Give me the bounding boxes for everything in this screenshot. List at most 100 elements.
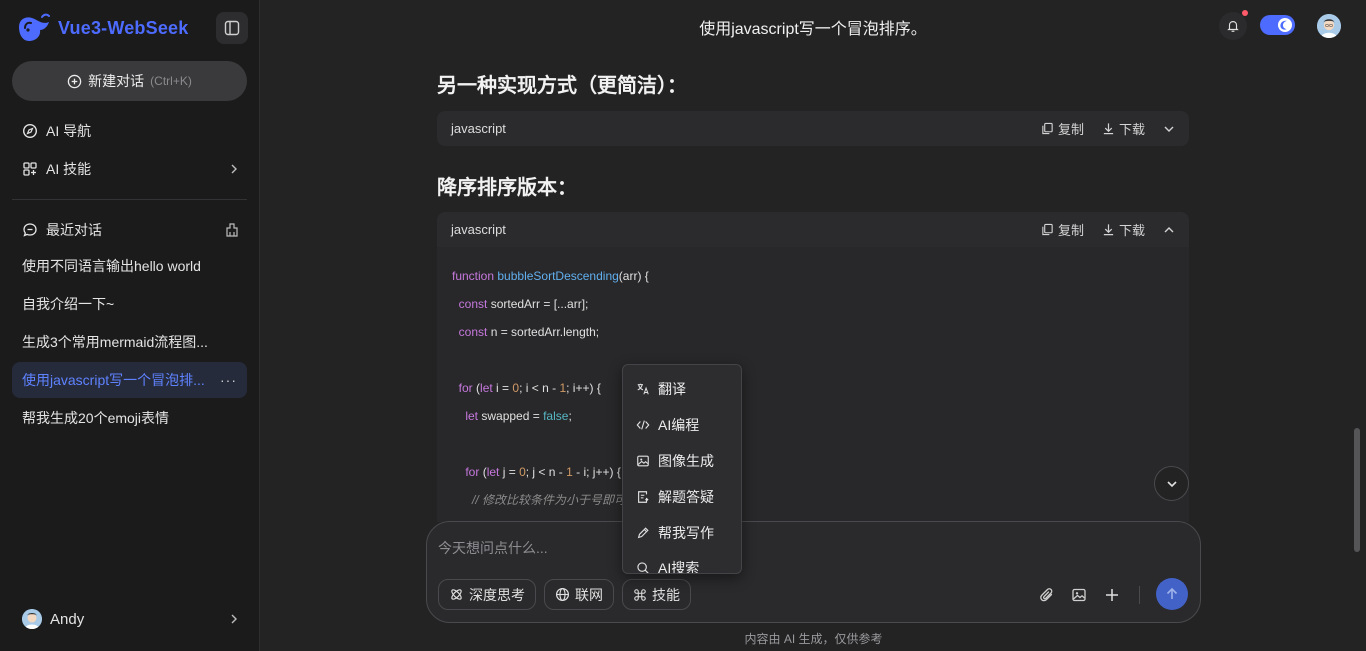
send-button[interactable] [1156,578,1188,610]
skills-toggle[interactable]: 技能 [622,579,691,610]
copy-icon [1041,122,1054,135]
download-icon [1102,122,1115,135]
sidebar-item-ai-skills[interactable]: AI 技能 [22,159,240,179]
menu-item-image-gen[interactable]: 图像生成 [636,451,714,471]
translate-icon [636,382,650,396]
recent-chats-header: 最近对话 [22,220,240,240]
download-icon [1102,223,1115,236]
apps-grid-icon [22,161,38,177]
copy-code-button[interactable]: 复制 [1041,220,1084,239]
notification-dot [1242,10,1248,16]
plus-circle-icon [67,74,82,89]
menu-item-translate[interactable]: 翻译 [636,379,686,399]
menu-item-label: 图像生成 [658,453,714,469]
copy-label: 复制 [1057,223,1084,238]
history-item-active[interactable]: 使用javascript写一个冒泡排... ··· [12,362,247,398]
sidebar-divider [12,199,247,200]
attach-file-button[interactable] [1036,584,1058,606]
plus-icon [1104,587,1120,603]
history-item-title: 帮我生成20个emoji表情 [22,410,170,426]
new-chat-shortcut: (Ctrl+K) [150,74,192,88]
new-chat-label: 新建对话 [88,73,145,89]
download-code-button[interactable]: 下载 [1102,119,1145,138]
copy-label: 复制 [1057,122,1084,137]
code-content: function bubbleSortDescending(arr) { con… [452,269,649,507]
arrow-up-icon [1165,587,1179,601]
image-icon [636,454,650,468]
image-icon [1071,587,1087,603]
sidebar-item-ai-nav[interactable]: AI 导航 [22,121,91,141]
page-scrollbar[interactable] [1354,428,1360,552]
menu-item-writing[interactable]: 帮我写作 [636,523,714,543]
menu-item-label: 解题答疑 [658,489,714,505]
chevron-down-icon [1165,477,1179,491]
sidebar-toggle-icon [224,20,240,36]
history-item-title: 自我介绍一下~ [22,296,115,312]
code-icon [636,418,650,432]
chevron-right-icon [228,613,240,625]
download-code-button[interactable]: 下载 [1102,220,1145,239]
menu-item-label: AI编程 [658,417,700,433]
section-heading: 另一种实现方式（更简洁）： [437,75,687,97]
code-language: javascript [451,121,506,136]
chevron-right-icon [228,163,240,175]
history-item-title: 生成3个常用mermaid流程图... [22,334,208,350]
menu-item-ai-coding[interactable]: AI编程 [636,415,699,435]
theme-toggle[interactable] [1260,15,1295,35]
more-options-icon[interactable]: ··· [220,372,237,388]
skills-label: 技能 [652,586,680,603]
history-item[interactable]: 生成3个常用mermaid流程图... [12,324,247,360]
menu-item-ai-search[interactable]: AI搜索 [636,558,700,574]
history-item[interactable]: 帮我生成20个emoji表情 [12,400,247,436]
collapse-sidebar-button[interactable] [216,12,248,44]
compass-icon [22,123,38,139]
section-heading: 降序排序版本： [437,177,577,199]
sidebar-item-label: AI 导航 [46,123,92,139]
history-item[interactable]: 自我介绍一下~ [12,286,247,322]
ai-disclaimer: 内容由 AI 生成，仅供参考 [744,632,883,646]
upload-image-button[interactable] [1068,584,1090,606]
menu-item-label: 帮我写作 [658,525,714,541]
history-item-title: 使用不同语言输出hello world [22,258,201,274]
pen-icon [636,526,650,540]
avatar [22,609,42,629]
code-language: javascript [451,222,506,237]
code-block-header-collapsed: javascript 复制 下载 [437,111,1189,146]
chevron-up-icon[interactable] [1163,224,1175,236]
menu-item-solve[interactable]: 解题答疑 [636,487,714,507]
deep-think-toggle[interactable]: 深度思考 [438,579,536,610]
scroll-to-bottom-button[interactable] [1154,466,1189,501]
history-item[interactable]: 使用不同语言输出hello world [12,248,247,284]
new-chat-button[interactable]: 新建对话 (Ctrl+K) [12,61,247,101]
search-icon [636,561,650,573]
more-tools-button[interactable] [1101,584,1123,606]
notification-button[interactable] [1219,12,1247,40]
code-block: javascript 复制 下载 function bubbleSortDesc… [437,212,1189,522]
deep-think-label: 深度思考 [469,586,525,603]
user-avatar[interactable] [1317,14,1341,38]
chat-bubble-icon [22,222,38,238]
message-composer: 深度思考 联网 技能 [426,521,1201,623]
chevron-down-icon[interactable] [1163,123,1175,135]
bell-icon [1226,19,1240,33]
history-list: 使用不同语言输出hello world 自我介绍一下~ 生成3个常用mermai… [12,248,247,438]
copy-icon [1041,223,1054,236]
menu-item-label: AI搜索 [658,560,700,574]
globe-icon [555,587,570,602]
sidebar-item-label: AI 技能 [46,161,92,177]
solve-icon [636,490,650,504]
user-profile[interactable]: Andy [22,609,240,629]
code-block-header: javascript 复制 下载 [437,212,1189,247]
command-icon [633,588,647,602]
recent-chats-label: 最近对话 [46,222,102,238]
app-name: Vue3-WebSeek [58,17,189,38]
copy-code-button[interactable]: 复制 [1041,119,1084,138]
web-search-label: 联网 [575,586,603,603]
brand[interactable]: Vue3-WebSeek [16,13,188,43]
web-search-toggle[interactable]: 联网 [544,579,614,610]
menu-item-label: 翻译 [658,381,686,397]
theme-toggle-knob [1278,18,1292,32]
conversation-title: 使用javascript写一个冒泡排序。 [699,21,927,38]
toolbar-divider [1139,586,1140,604]
clear-history-icon[interactable] [224,222,240,238]
